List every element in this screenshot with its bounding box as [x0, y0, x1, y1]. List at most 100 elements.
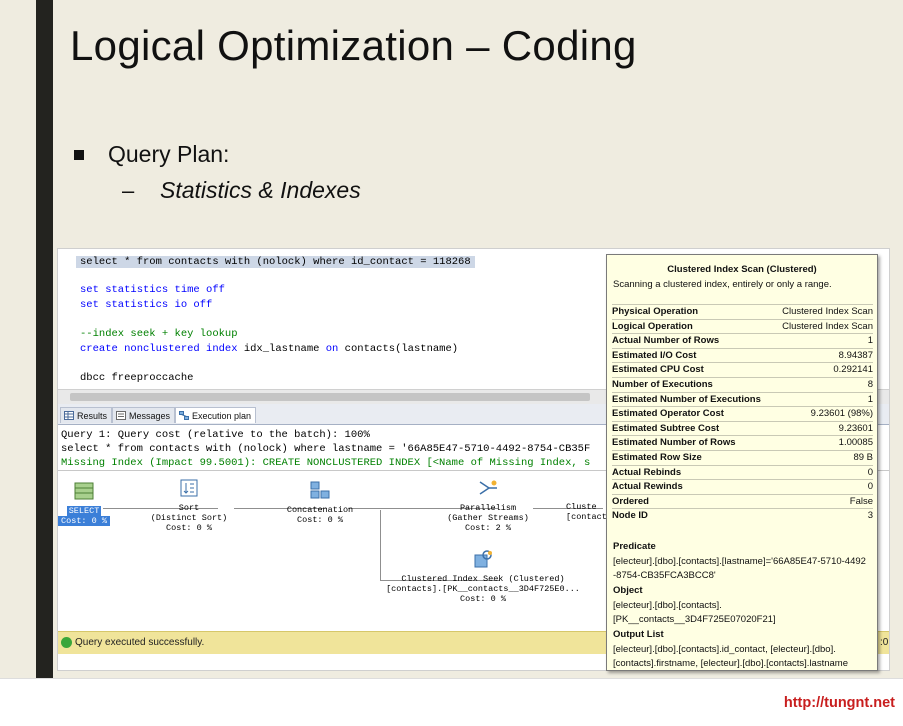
tooltip-predicate-line-2: -8754-CB35FCA3BCC8' — [613, 570, 716, 581]
tooltip-row-key: Physical Operation — [612, 306, 699, 317]
tooltip-row-key: Number of Executions — [612, 379, 713, 390]
tooltip-row-key: Estimated Subtree Cost — [612, 422, 720, 434]
concatenation-node-label: Concatenation — [286, 505, 354, 515]
tooltip-row-value: 0.292141 — [833, 364, 873, 376]
tooltip-row-value: 9.23601 — [838, 422, 873, 434]
grid-icon — [64, 411, 74, 420]
tooltip-row-key: Estimated CPU Cost — [612, 364, 704, 376]
query-cost-line: Query 1: Query cost (relative to the bat… — [61, 429, 370, 441]
status-text: Query executed successfully. — [75, 637, 205, 648]
select-node-icon — [74, 482, 94, 500]
select-node-label: SELECT — [66, 506, 102, 516]
plan-node-parallelism[interactable]: Parallelism (Gather Streams) Cost: 2 % — [433, 478, 543, 533]
tooltip-row-value: 8 — [867, 379, 873, 390]
tooltip-row: Actual Rewinds 0 — [612, 479, 873, 494]
missing-index-line[interactable]: Missing Index (Impact 99.5001): CREATE N… — [61, 457, 590, 469]
index-seek-node-sub: [contacts].[PK__contacts__3D4F725E0... — [386, 584, 580, 594]
tooltip-output-line-1: [electeur].[dbo].[contacts].id_contact, … — [613, 644, 836, 655]
tab-messages[interactable]: Messages — [112, 407, 176, 423]
index-seek-node-cost: Cost: 0 % — [460, 594, 506, 604]
tooltip-row-value: Clustered Index Scan — [782, 306, 873, 317]
tooltip-row: Estimated Number of Executions 1 — [612, 391, 873, 407]
success-check-icon — [61, 637, 72, 648]
tooltip-object-line-1: [electeur].[dbo].[contacts]. — [613, 600, 722, 611]
tooltip-row: Ordered False — [612, 493, 873, 509]
plan-node-sort[interactable]: Sort (Distinct Sort) Cost: 0 % — [144, 478, 234, 533]
slide-title: Logical Optimization – Coding — [70, 22, 637, 69]
code-line-select[interactable]: select * from contacts with (nolock) whe… — [76, 256, 475, 268]
sort-node-icon — [180, 479, 198, 497]
tooltip-row: Estimated I/O Cost 8.94387 — [612, 347, 873, 363]
tooltip-row-value: 1.00085 — [838, 437, 873, 449]
tab-messages-label: Messages — [129, 411, 171, 421]
tooltip-row-key: Node ID — [612, 510, 648, 522]
tooltip-row-value: 8.94387 — [838, 349, 873, 361]
tab-execution-plan[interactable]: Execution plan — [175, 407, 257, 423]
tooltip-output-heading: Output List — [613, 629, 664, 640]
tooltip-row-key: Actual Rebinds — [612, 466, 682, 478]
tooltip-row-value: 9.23601 (98%) — [810, 408, 873, 420]
tooltip-row: Number of Executions 8 — [612, 377, 873, 392]
status-tail: :0( — [880, 637, 889, 648]
sort-node-cost: Cost: 0 % — [166, 523, 212, 533]
tooltip-row: Estimated Number of Rows 1.00085 — [612, 435, 873, 450]
operator-tooltip: Clustered Index Scan (Clustered) Scannin… — [606, 254, 878, 671]
tooltip-row-key: Estimated I/O Cost — [612, 349, 697, 361]
tooltip-row: Estimated Row Size 89 B — [612, 450, 873, 465]
sort-node-sub: (Distinct Sort) — [150, 513, 228, 523]
code-keyword-on: on — [325, 343, 339, 355]
tooltip-row: Estimated Operator Cost 9.23601 (98%) — [612, 406, 873, 421]
code-line-stat-time[interactable]: set statistics time off — [80, 284, 225, 296]
index-seek-node-icon — [474, 550, 492, 568]
sub-bullet-statistics: Statistics & Indexes — [160, 177, 361, 203]
tooltip-row-key: Logical Operation — [612, 320, 693, 332]
parallelism-node-sub: (Gather Streams) — [447, 513, 529, 523]
code-text: idx_lastname — [237, 343, 326, 355]
plan-node-select[interactable]: SELECT Cost: 0 % — [58, 481, 110, 526]
tooltip-row: Node ID 3 — [612, 508, 873, 523]
tooltip-row: Physical Operation Clustered Index Scan — [612, 304, 873, 319]
code-line-create-index[interactable]: create nonclustered index idx_lastname o… — [80, 343, 458, 355]
tooltip-row-key: Actual Number of Rows — [612, 335, 720, 347]
tooltip-row-value: 0 — [867, 466, 873, 478]
tooltip-row-key: Ordered — [612, 495, 649, 507]
tooltip-object-heading: Object — [613, 585, 643, 596]
slide-left-bar — [36, 0, 53, 678]
tooltip-row-value: 89 B — [853, 452, 873, 463]
tooltip-row-key: Estimated Number of Rows — [612, 437, 736, 449]
parallelism-node-label: Parallelism — [459, 503, 517, 513]
code-line-stat-io[interactable]: set statistics io off — [80, 299, 212, 311]
tab-results[interactable]: Results — [60, 407, 113, 423]
scrollbar-thumb[interactable] — [70, 393, 590, 401]
plan-node-concatenation[interactable]: Concatenation Cost: 0 % — [265, 480, 375, 525]
tooltip-row-key: Estimated Number of Executions — [612, 393, 761, 405]
tooltip-row: Logical Operation Clustered Index Scan — [612, 318, 873, 334]
bullet-query-plan: Query Plan: — [108, 141, 230, 167]
tooltip-row-value: Clustered Index Scan — [782, 320, 873, 332]
footer-divider — [0, 678, 903, 679]
footer-url[interactable]: http://tungnt.net — [784, 695, 895, 711]
bullet-square-icon — [74, 150, 84, 160]
index-seek-node-label: Clustered Index Seek (Clustered) — [401, 574, 565, 584]
tab-execution-plan-label: Execution plan — [192, 411, 252, 421]
tooltip-row-value: 1 — [867, 393, 873, 405]
tooltip-row-value: 3 — [867, 510, 873, 522]
tooltip-row-key: Actual Rewinds — [612, 481, 683, 493]
slide-background: Logical Optimization – Coding Query Plan… — [0, 0, 903, 678]
tooltip-output-line-2: [contacts].firstname, [electeur].[dbo].[… — [613, 658, 848, 669]
tooltip-description: Scanning a clustered index, entirely or … — [613, 279, 832, 290]
tooltip-row: Actual Rebinds 0 — [612, 464, 873, 480]
concatenation-node-icon — [310, 481, 330, 499]
tooltip-object-line-2: [PK__contacts__3D4F725E07020F21] — [613, 614, 776, 625]
code-text-table: contacts(lastname) — [338, 343, 459, 355]
code-keyword: create nonclustered index — [80, 343, 238, 355]
execution-plan-icon — [179, 411, 189, 420]
messages-icon — [116, 411, 126, 420]
tooltip-row: Estimated CPU Cost 0.292141 — [612, 362, 873, 377]
concatenation-node-cost: Cost: 0 % — [297, 515, 343, 525]
plan-node-clustered-index-seek[interactable]: Clustered Index Seek (Clustered) [contac… — [378, 549, 588, 604]
code-line-dbcc[interactable]: dbcc freeproccache — [80, 372, 193, 384]
sub-bullet-dash: – — [122, 178, 135, 203]
tooltip-row: Actual Number of Rows 1 — [612, 333, 873, 348]
code-line-comment[interactable]: --index seek + key lookup — [80, 328, 238, 340]
